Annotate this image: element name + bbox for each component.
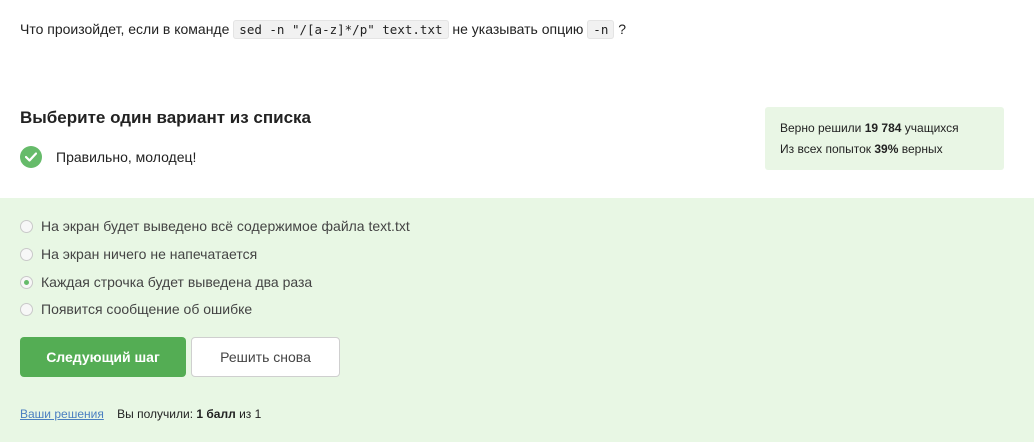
command-code: sed -n "/[a-z]*/p" text.txt: [233, 20, 449, 39]
stats-solved-suffix: учащихся: [904, 121, 959, 135]
result-text: Правильно, молодец!: [56, 149, 197, 165]
check-circle-icon: [20, 146, 42, 168]
answer-option-3[interactable]: Каждая строчка будет выведена два раза: [20, 274, 312, 290]
stats-attempts-suffix: верных: [901, 142, 943, 156]
answer-option-1[interactable]: На экран будет выведено всё содержимое ф…: [20, 218, 410, 234]
question-prefix: Что произойдет, если в команде: [20, 21, 230, 37]
question-text: Что произойдет, если в команде sed -n "/…: [20, 19, 626, 40]
stats-panel: Верно решили 19 784 учащихся Из всех поп…: [765, 107, 1004, 170]
stats-solved-count: 19 784: [864, 121, 902, 135]
section-title: Выберите один вариант из списка: [20, 108, 311, 127]
stats-attempts-prefix: Из всех попыток: [780, 142, 872, 156]
question-suffix: ?: [618, 21, 627, 37]
retry-button[interactable]: Решить снова: [191, 337, 340, 377]
radio-button[interactable]: [20, 247, 33, 261]
answers-panel: На экран будет выведено всё содержимое ф…: [0, 198, 1034, 442]
stats-solved: Верно решили 19 784 учащихся: [780, 118, 1004, 139]
answer-label: Каждая строчка будет выведена два раза: [41, 274, 313, 290]
answer-option-2[interactable]: На экран ничего не напечатается: [20, 246, 257, 262]
answer-label: На экран ничего не напечатается: [41, 246, 258, 262]
score-value: 1 балл: [196, 407, 236, 421]
stats-solved-prefix: Верно решили: [780, 121, 862, 135]
footer: Ваши решения Вы получили: 1 балл из 1: [20, 407, 261, 421]
answer-option-4[interactable]: Появится сообщение об ошибке: [20, 301, 252, 317]
answer-label: Появится сообщение об ошибке: [41, 301, 253, 317]
stats-attempts: Из всех попыток 39% верных: [780, 139, 1004, 160]
result-message: Правильно, молодец!: [20, 146, 196, 168]
solutions-link[interactable]: Ваши решения: [20, 407, 104, 421]
radio-button[interactable]: [20, 302, 33, 316]
question-middle: не указывать опцию: [452, 21, 584, 37]
stats-attempts-percent: 39%: [874, 142, 899, 156]
score-prefix: Вы получили:: [117, 407, 194, 421]
next-step-button[interactable]: Следующий шаг: [20, 337, 186, 377]
radio-button[interactable]: [20, 219, 33, 233]
option-code: -n: [587, 20, 615, 39]
score-suffix: из 1: [239, 407, 262, 421]
answer-label: На экран будет выведено всё содержимое ф…: [41, 218, 410, 234]
radio-button-selected[interactable]: [20, 275, 33, 289]
